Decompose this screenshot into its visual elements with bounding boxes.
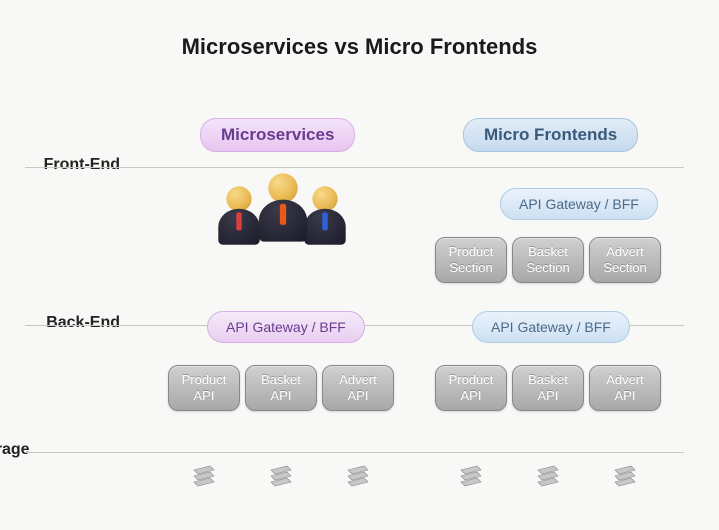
row-label-front-end: Front-End bbox=[0, 156, 120, 174]
mfe-section-product: ProductSection bbox=[435, 237, 507, 283]
mfe-api-product: ProductAPI bbox=[435, 365, 507, 411]
divider-front bbox=[25, 167, 684, 168]
microservices-api-product: ProductAPI bbox=[168, 365, 240, 411]
microservices-back-gateway: API Gateway / BFF bbox=[207, 311, 365, 343]
microservices-api-advert: AdvertAPI bbox=[322, 365, 394, 411]
storage-icon bbox=[346, 464, 370, 492]
users-icon bbox=[215, 175, 355, 265]
storage-icon bbox=[613, 464, 637, 492]
mfe-back-gateway: API Gateway / BFF bbox=[472, 311, 630, 343]
microservices-api-basket: BasketAPI bbox=[245, 365, 317, 411]
storage-icon bbox=[269, 464, 293, 492]
mfe-section-advert: AdvertSection bbox=[589, 237, 661, 283]
divider-storage bbox=[25, 452, 684, 453]
page-title: Microservices vs Micro Frontends bbox=[0, 0, 719, 60]
storage-icon bbox=[192, 464, 216, 492]
storage-icon bbox=[459, 464, 483, 492]
column-header-microservices: Microservices bbox=[200, 118, 355, 152]
storage-icon bbox=[536, 464, 560, 492]
column-header-micro-frontends: Micro Frontends bbox=[463, 118, 638, 152]
mfe-section-basket: BasketSection bbox=[512, 237, 584, 283]
mfe-api-basket: BasketAPI bbox=[512, 365, 584, 411]
mfe-api-advert: AdvertAPI bbox=[589, 365, 661, 411]
row-label-back-end: Back-End bbox=[0, 314, 120, 332]
mfe-front-gateway: API Gateway / BFF bbox=[500, 188, 658, 220]
